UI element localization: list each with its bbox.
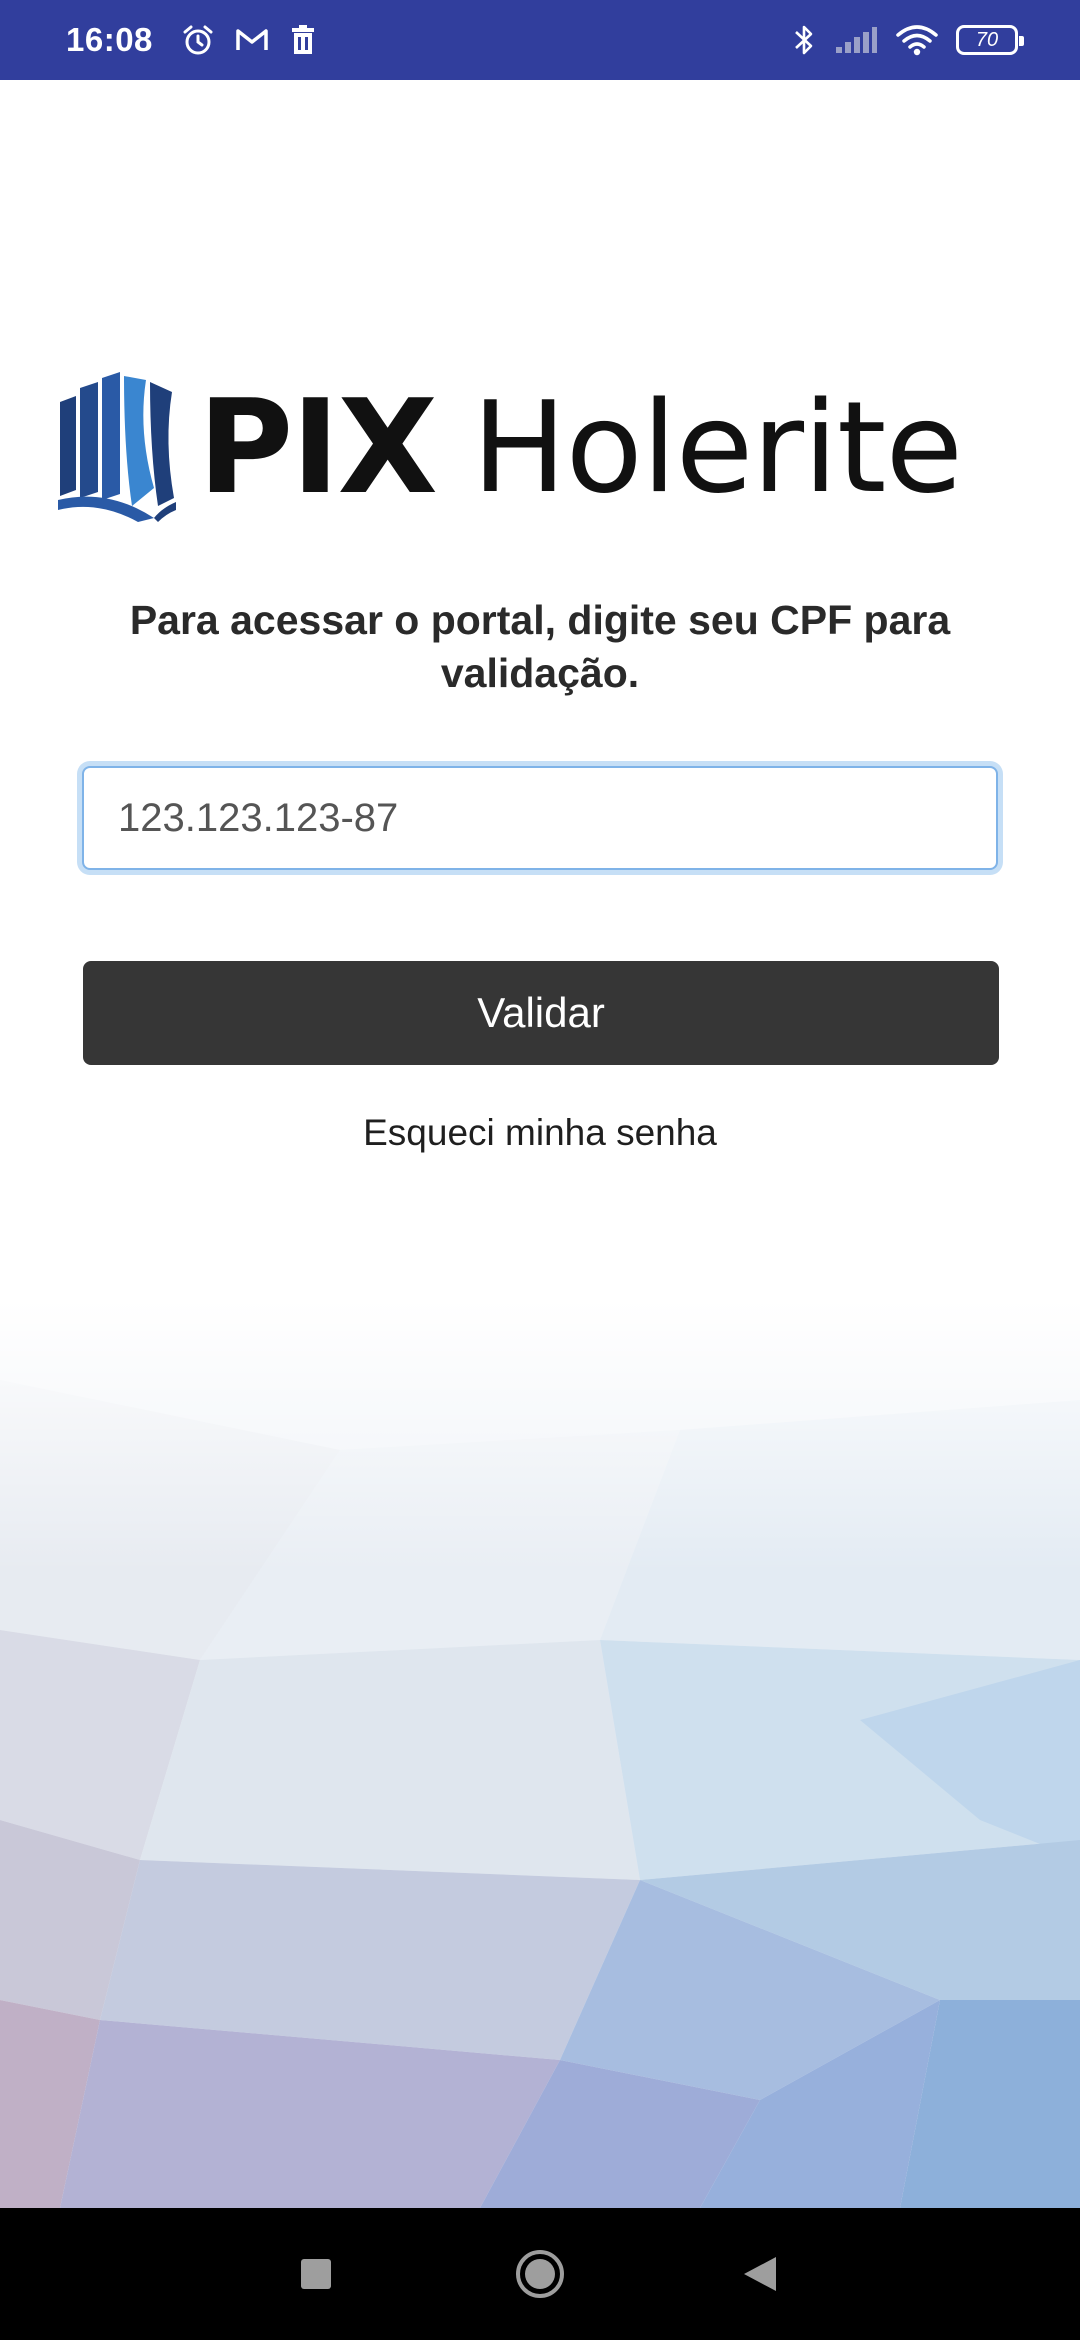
alarm-icon: [181, 23, 215, 57]
wifi-icon: [896, 24, 938, 56]
status-left: 16:08: [66, 0, 317, 80]
battery-level: 70: [975, 29, 999, 51]
logo-product: Holerite: [471, 373, 963, 521]
book-logo-icon: [58, 372, 176, 522]
gmail-icon: [235, 26, 269, 54]
instruction-text: Para acessar o portal, digite seu CPF pa…: [129, 597, 951, 696]
navigation-bar: [0, 2208, 1080, 2340]
home-button[interactable]: [480, 2208, 600, 2340]
home-icon: [516, 2250, 564, 2298]
status-time: 16:08: [66, 21, 153, 58]
recent-apps-icon: [301, 2259, 331, 2289]
signal-icon: [834, 25, 878, 55]
logo-text: PIX Holerite: [198, 371, 963, 523]
back-button[interactable]: [700, 2208, 820, 2340]
cpf-input[interactable]: [82, 766, 998, 870]
forgot-password-link[interactable]: Esqueci minha senha: [0, 1112, 1080, 1154]
background-pattern: [0, 1300, 1080, 2208]
app-logo: PIX Holerite: [58, 371, 1028, 523]
logo-brand: PIX: [198, 371, 438, 523]
status-bar: 16:08 70: [0, 0, 1080, 80]
bluetooth-icon: [792, 22, 816, 58]
trash-icon: [289, 24, 317, 56]
back-icon: [744, 2257, 776, 2291]
validate-button[interactable]: Validar: [83, 961, 999, 1065]
battery-icon: 70: [956, 25, 1024, 55]
recent-apps-button[interactable]: [256, 2208, 376, 2340]
status-right: 70: [792, 0, 1024, 80]
